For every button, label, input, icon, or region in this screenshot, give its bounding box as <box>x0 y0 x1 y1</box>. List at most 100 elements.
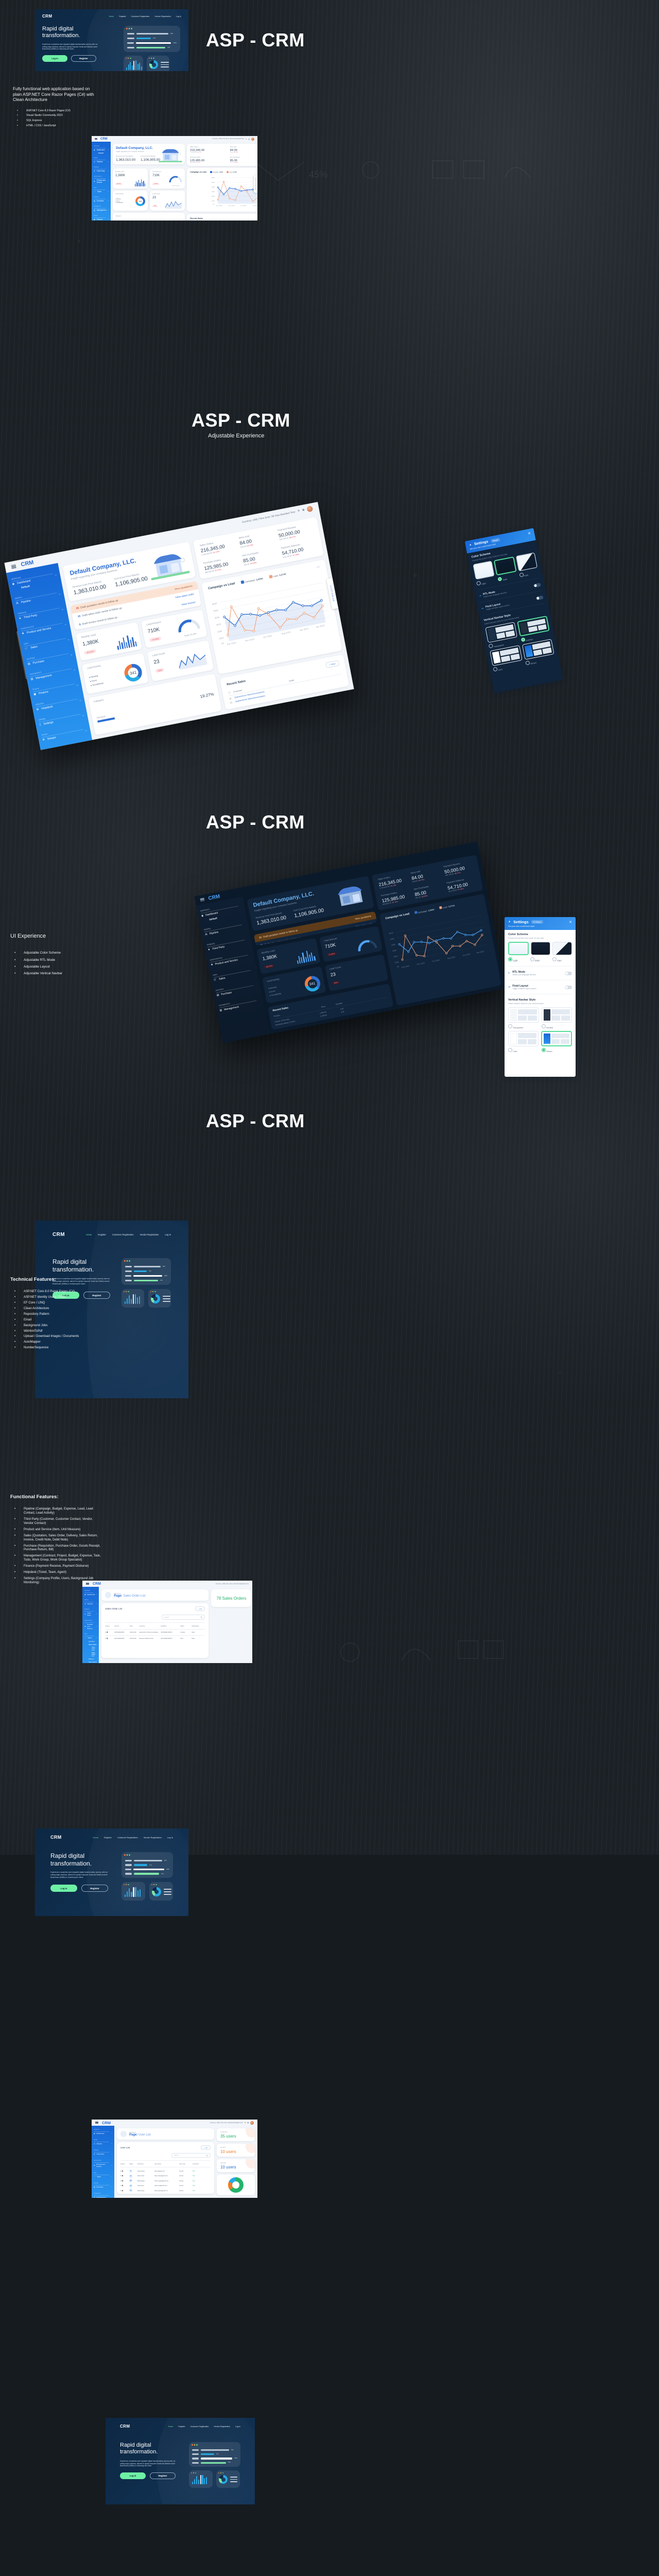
nav-vendor-registration[interactable]: Vendor Registration <box>140 1233 159 1236</box>
swatch-light[interactable] <box>508 942 529 955</box>
search-icon[interactable]: 🔍 <box>201 1616 202 1618</box>
col-quotation[interactable]: Quotation <box>161 1625 180 1627</box>
row-action-icons[interactable]: ✎ 🗑 <box>120 2180 129 2182</box>
cell-number[interactable]: 0078202402165O <box>114 1632 130 1633</box>
nav-vendor-registration[interactable]: Vendor Registration <box>214 2426 230 2428</box>
close-icon[interactable]: ✕ <box>527 531 531 536</box>
radio-inverted[interactable]: Inverted <box>541 1024 573 1029</box>
swatch-dark[interactable] <box>494 556 517 576</box>
nav-home[interactable]: Home <box>109 15 114 18</box>
nav-register[interactable]: Register <box>119 15 126 18</box>
sidebar-item-sales[interactable]: 🛒 Sales ^ <box>94 2175 112 2178</box>
settings-reset-button[interactable]: ⟳ Reset <box>531 920 543 924</box>
add-button[interactable]: + Add <box>200 2145 211 2150</box>
gear-icon[interactable]: ⚙ <box>245 2122 246 2124</box>
col-status[interactable]: Status <box>129 2163 137 2165</box>
row-action-icons[interactable]: ✎ 🗑 <box>105 1632 114 1633</box>
sidebar-subitem-default[interactable]: Default <box>98 152 109 154</box>
hamburger-icon[interactable] <box>11 564 16 569</box>
col-user-type[interactable]: User Type <box>179 2163 193 2165</box>
sidebar-item-purchase[interactable]: ▤ Purchase ^ <box>94 199 109 202</box>
sidebar-item-pipeline[interactable]: ⁂ Pipeline ^ <box>84 1602 97 1605</box>
navstyle-card[interactable] <box>508 1031 539 1046</box>
sidebar-subitem-sales-return[interactable]: Sales Return <box>89 1661 97 1663</box>
rtl-toggle[interactable] <box>565 971 572 975</box>
nav-register[interactable]: Register <box>98 1233 106 1236</box>
nav-customer-registration[interactable]: Customer Registration <box>117 1836 138 1839</box>
row-action-icons[interactable]: ✎ 🗑 <box>105 1638 114 1639</box>
search-input[interactable]: Search.. 🔍 <box>162 1615 205 1620</box>
col-full-name[interactable]: Full Name <box>137 2163 154 2165</box>
sidebar-subitem-delivery[interactable]: Delivery <box>89 1658 97 1660</box>
col-status[interactable]: Status <box>180 1625 192 1627</box>
sidebar-subitem-sales-order-list[interactable]: Sales Order List <box>92 1652 97 1657</box>
radio-auto[interactable]: Auto <box>552 957 572 962</box>
add-button[interactable]: + Add <box>195 1606 205 1611</box>
navstyle-transparent[interactable] <box>508 1007 539 1023</box>
nav-customer-registration[interactable]: Customer Registration <box>131 15 150 18</box>
table-row[interactable]: ✎ 🗑 BM Bella Morgan bella.morgan@gmail.c… <box>120 2179 211 2182</box>
row-action-icons[interactable]: ✎ 🗑 <box>120 2190 129 2192</box>
avatar[interactable] <box>306 505 314 512</box>
nav-login[interactable]: Log In <box>235 2426 240 2428</box>
sidebar[interactable]: dashboard ◉ Dashboard ^ pipeline ⁂ Pipeline… <box>82 1587 99 1663</box>
col-subscription[interactable]: Subscription <box>192 1625 205 1627</box>
nav-register[interactable]: Register <box>178 2426 185 2428</box>
search-icon[interactable]: 🔍 <box>206 2155 208 2157</box>
nav-login[interactable]: Log In <box>165 1233 171 1236</box>
hero-register-button[interactable]: Register <box>81 1885 108 1892</box>
table-row[interactable]: ✎ 🗑 AC Aiden Carter aiden.carter@gmail.c… <box>120 2174 211 2178</box>
table-row[interactable]: ✎ 🗑 DH Daisy Hayes daisy.hayes@gmail.com… <box>120 2189 211 2192</box>
radio-auto[interactable]: Auto <box>519 570 539 578</box>
search-input[interactable]: Search.. 🔍 <box>171 2153 211 2158</box>
nav-vendor-registration[interactable]: Vendor Registration <box>154 15 171 18</box>
sidebar-subitem-sales-order[interactable]: Sales Order <box>89 1643 97 1646</box>
sidebar-subitem-sales-order-form[interactable]: Sales Order Form <box>92 1647 97 1651</box>
hero-login-button[interactable]: Log In <box>120 2472 146 2480</box>
nav-home[interactable]: Home <box>86 1233 92 1236</box>
gear-icon[interactable]: ⚙ <box>298 509 300 513</box>
nav-home[interactable]: Home <box>93 1836 98 1839</box>
cell-number[interactable]: 0077202402165O <box>114 1638 130 1639</box>
navstyle-inverted[interactable] <box>541 1007 572 1023</box>
sidebar[interactable]: dashboard ◉ Dashboard ^ Default pipeline ⁂… <box>92 142 111 221</box>
col-confirmed[interactable]: Confirmed <box>193 2163 205 2165</box>
hero-register-button[interactable]: Register <box>150 2472 176 2480</box>
sidebar-item-product-and-service[interactable]: ❖ Product and Service ^ <box>94 178 109 184</box>
sidebar-item-purchase[interactable]: ▤ Purchase ^ <box>94 2185 112 2189</box>
nav-customer-registration[interactable]: Customer Registration <box>112 1233 134 1236</box>
sidebar-item-management[interactable]: ▥ Management ^ <box>94 208 109 212</box>
chart-menu-icon[interactable]: — <box>317 565 321 569</box>
alert-action[interactable]: View invoice <box>181 601 196 606</box>
gear-icon[interactable]: ⚙ <box>246 138 247 140</box>
avatar[interactable] <box>250 2121 254 2125</box>
sidebar[interactable]: dashboard ◉ Dashboard ^ pipeline ⁂ Pipeline… <box>92 2126 114 2198</box>
grid-icon[interactable]: ▦ <box>248 138 250 140</box>
alert-action[interactable]: View quotations <box>355 914 372 920</box>
close-icon[interactable]: ✕ <box>569 920 572 924</box>
radio-card[interactable]: Card <box>508 1048 539 1053</box>
hamburger-icon[interactable] <box>95 138 97 140</box>
table-row[interactable]: ✎ 🗑 0078202402165O 2024-03-06 QuantumCom… <box>105 1632 205 1633</box>
sidebar-item-product-and-service[interactable]: ❖ Product and Service ^ <box>94 2162 112 2168</box>
grid-icon[interactable]: ▦ <box>247 2122 249 2124</box>
col-number[interactable]: Number <box>114 1625 130 1627</box>
sidebar-item-dashboard[interactable]: ◉ Dashboard ^ <box>84 1592 97 1596</box>
nav-register[interactable]: Register <box>104 1836 112 1839</box>
nav-login[interactable]: Log In <box>176 15 181 18</box>
sidebar-item-sales[interactable]: 🛒 Sales ^ <box>84 1636 97 1639</box>
swatch-auto[interactable] <box>552 942 572 955</box>
row-action-icons[interactable]: ✎ 🗑 <box>120 2185 129 2187</box>
sidebar-item-dashboard[interactable]: ◉ Dashboard ^ <box>94 2131 112 2135</box>
col-date[interactable]: Date <box>130 1625 139 1627</box>
nav-login[interactable]: Log In <box>167 1836 173 1839</box>
col-user-name[interactable]: User Name <box>154 2163 179 2165</box>
swatch-dark[interactable] <box>531 942 550 955</box>
sidebar-item-pipeline[interactable]: ⁂ Pipeline ^ <box>94 2142 112 2145</box>
fluid-toggle[interactable] <box>565 985 572 989</box>
sidebar-item-sales[interactable]: 🛒 Sales ^ <box>94 190 109 193</box>
hero-register-button[interactable]: Register <box>71 55 96 62</box>
col-customer[interactable]: Customer <box>139 1625 161 1627</box>
nav-vendor-registration[interactable]: Vendor Registration <box>144 1836 162 1839</box>
rtl-toggle[interactable] <box>533 582 541 588</box>
